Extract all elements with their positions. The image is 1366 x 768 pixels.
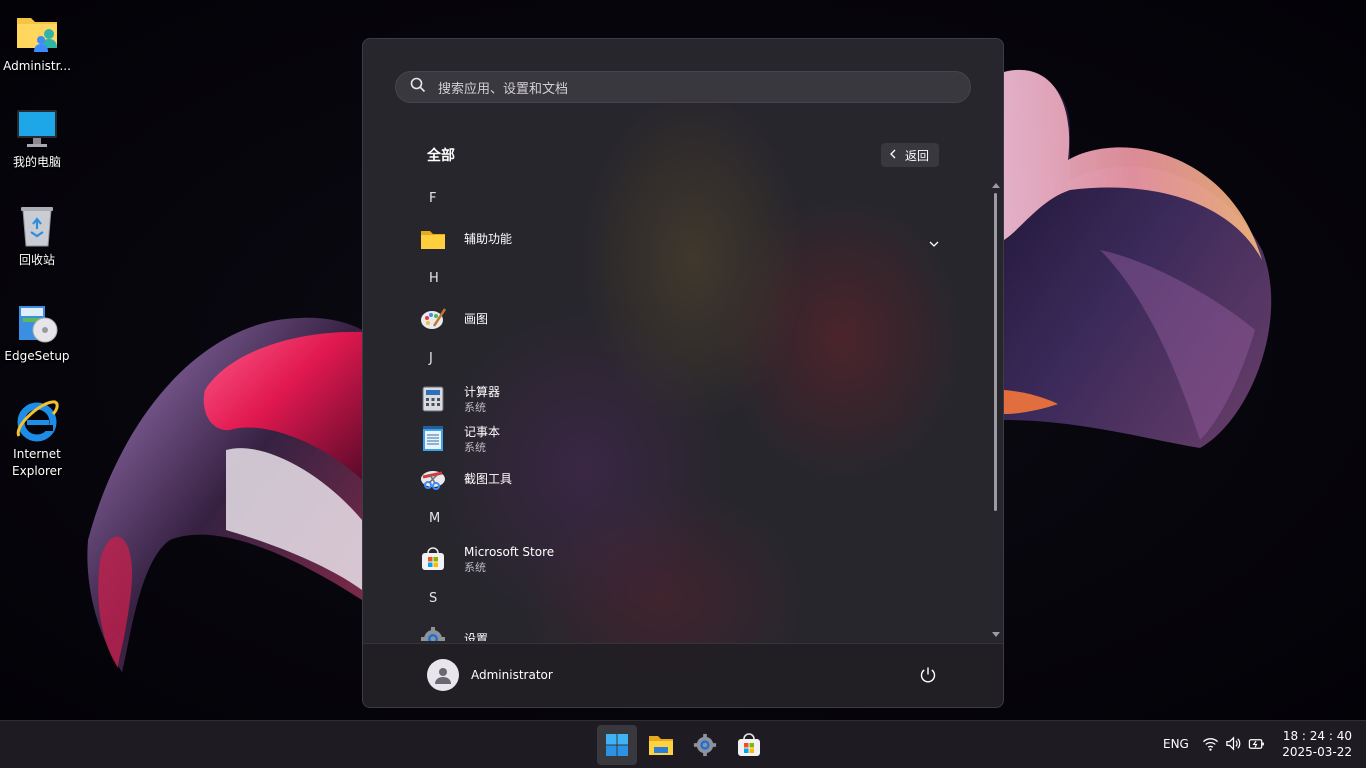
app-name: 辅助功能 xyxy=(464,232,513,246)
app-item-snipping-tool[interactable]: 截图工具 xyxy=(419,459,949,499)
system-tray[interactable] xyxy=(1202,735,1265,752)
recycle-bin-icon xyxy=(13,202,61,250)
back-button[interactable]: 返回 xyxy=(881,143,940,167)
paint-palette-icon xyxy=(419,305,447,333)
clock-time: 18 : 24 : 40 xyxy=(1282,729,1352,743)
file-explorer-icon xyxy=(649,736,673,755)
user-name: Administrator xyxy=(471,668,553,682)
computer-monitor-icon xyxy=(13,104,61,152)
user-folder-icon xyxy=(13,8,61,56)
user-account-button[interactable]: Administrator xyxy=(427,659,553,691)
desktop-icon-label: Administr... xyxy=(3,59,71,73)
scroll-thumb[interactable] xyxy=(994,193,997,511)
desktop-icon-my-computer[interactable]: 我的电脑 xyxy=(2,104,72,171)
store-icon xyxy=(738,733,760,756)
desktop-icon-label: EdgeSetup xyxy=(4,349,70,363)
chevron-left-icon xyxy=(889,148,897,162)
letter-header-m[interactable]: M xyxy=(429,511,449,526)
taskbar-start-button[interactable] xyxy=(597,725,637,765)
app-name: 设置 xyxy=(464,632,489,641)
search-icon xyxy=(410,77,426,97)
settings-gear-icon xyxy=(693,733,717,757)
letter-header-s[interactable]: S xyxy=(429,591,449,606)
taskbar-settings-button[interactable] xyxy=(685,725,725,765)
folder-icon xyxy=(419,225,447,253)
desktop-icon-recycle-bin[interactable]: 回收站 xyxy=(2,202,72,269)
settings-gear-icon xyxy=(419,625,447,641)
app-subtitle: 系统 xyxy=(464,440,486,454)
app-item-paint[interactable]: 画图 xyxy=(419,299,949,339)
app-item-microsoft-store[interactable]: Microsoft Store 系统 xyxy=(419,539,949,579)
desktop-icon-internet-explorer[interactable]: Internet Explorer xyxy=(2,396,72,480)
battery-icon[interactable] xyxy=(1248,735,1265,752)
search-box[interactable]: 搜索应用、设置和文档 xyxy=(395,71,971,103)
system-clock[interactable]: 18 : 24 : 40 2025-03-22 xyxy=(1280,728,1352,760)
desktop-icon-label: 回收站 xyxy=(18,253,55,267)
internet-explorer-icon xyxy=(13,396,61,444)
letter-header-f[interactable]: F xyxy=(429,191,449,206)
start-menu: 搜索应用、设置和文档 全部 返回 F 辅助功能 H 画图 J 计算器 系统 记事… xyxy=(362,38,1004,708)
app-name: 计算器 xyxy=(464,384,501,399)
store-icon xyxy=(419,545,447,573)
notepad-icon xyxy=(419,425,447,453)
back-label: 返回 xyxy=(905,148,930,163)
power-button[interactable] xyxy=(919,666,937,688)
app-name: Microsoft Store xyxy=(464,544,555,559)
app-item-notepad[interactable]: 记事本 系统 xyxy=(419,419,949,459)
clock-date: 2025-03-22 xyxy=(1282,745,1352,759)
input-language-indicator[interactable]: ENG xyxy=(1163,737,1189,751)
desktop-icon-label: Internet Explorer xyxy=(12,447,62,478)
letter-header-j[interactable]: J xyxy=(429,351,449,366)
app-list-scrollbar[interactable] xyxy=(991,181,1001,641)
scroll-down-icon[interactable] xyxy=(991,631,1001,639)
desktop-icon-label: 我的电脑 xyxy=(12,155,61,169)
app-item-accessibility[interactable]: 辅助功能 xyxy=(419,219,949,259)
taskbar: ENG 18 : 24 : 40 2025-03-22 xyxy=(0,720,1366,768)
wifi-icon[interactable] xyxy=(1202,735,1219,752)
power-icon xyxy=(920,667,936,683)
app-name: 画图 xyxy=(464,312,489,326)
app-subtitle: 系统 xyxy=(464,560,486,574)
all-apps-list: F 辅助功能 H 画图 J 计算器 系统 记事本 系统 截图工具 M Micro… xyxy=(363,179,993,641)
volume-icon[interactable] xyxy=(1225,735,1242,752)
desktop-icon-edgesetup[interactable]: EdgeSetup xyxy=(2,298,72,365)
app-name: 记事本 xyxy=(464,424,501,439)
desktop-icon-administrator[interactable]: Administr... xyxy=(2,8,72,75)
app-item-calculator[interactable]: 计算器 系统 xyxy=(419,379,949,419)
calculator-icon xyxy=(419,385,447,413)
start-footer: Administrator xyxy=(363,643,1003,707)
app-name: 截图工具 xyxy=(464,472,513,486)
snipping-tool-icon xyxy=(419,465,447,493)
taskbar-store-button[interactable] xyxy=(729,725,769,765)
section-title: 全部 xyxy=(427,148,455,164)
app-item-settings[interactable]: 设置 xyxy=(419,619,949,641)
taskbar-file-explorer-button[interactable] xyxy=(641,725,681,765)
chevron-down-icon[interactable] xyxy=(929,233,939,252)
scroll-up-icon[interactable] xyxy=(991,181,1001,189)
letter-header-h[interactable]: H xyxy=(429,271,449,286)
search-placeholder: 搜索应用、设置和文档 xyxy=(438,81,569,97)
windows-start-icon xyxy=(606,734,628,756)
app-subtitle: 系统 xyxy=(464,400,486,414)
installer-icon xyxy=(13,298,61,346)
avatar xyxy=(427,659,459,691)
